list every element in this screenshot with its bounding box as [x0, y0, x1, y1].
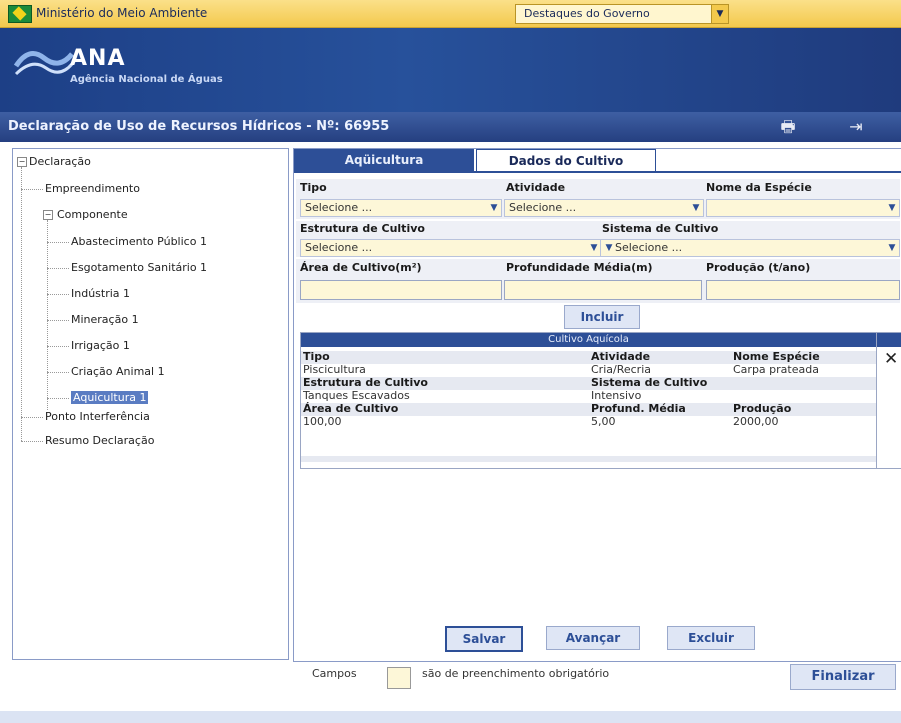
grid-value-especie: Carpa prateada [733, 363, 819, 376]
tree-item-irrigacao[interactable]: Irrigação 1 [71, 339, 130, 352]
header-banner: ANA Agência Nacional de Águas [0, 28, 901, 112]
tree-item-industria[interactable]: Indústria 1 [71, 287, 130, 300]
area-input[interactable] [300, 280, 502, 300]
chevron-down-icon[interactable]: ▼ [886, 241, 898, 255]
ana-wave-logo-icon [14, 51, 74, 76]
atividade-select[interactable]: Selecione ... ▼ [504, 199, 704, 217]
tree-item-criacao-animal[interactable]: Criação Animal 1 [71, 365, 165, 378]
salvar-button[interactable]: Salvar [445, 626, 523, 652]
grid-label-profund: Profund. Média [591, 402, 686, 415]
campos-label: Campos [312, 667, 357, 680]
tipo-select-value: Selecione ... [305, 201, 373, 214]
collapse-icon[interactable]: − [17, 157, 27, 167]
estrutura-select[interactable]: Selecione ... ▼ [300, 239, 602, 257]
tree-item-componente[interactable]: Componente [57, 208, 128, 221]
declaration-tree: − Declaração Empreendimento − Componente… [12, 148, 289, 660]
grid-label-sistema: Sistema de Cultivo [591, 376, 708, 389]
chevron-down-icon[interactable]: ▼ [488, 201, 500, 215]
grid-label-producao: Produção [733, 402, 792, 415]
tree-root-declaracao[interactable]: Declaração [29, 155, 91, 168]
finalizar-button[interactable]: Finalizar [790, 664, 896, 690]
form-panel: Aqüicultura Dados do Cultivo Tipo Ativid… [293, 148, 901, 662]
brand-name: ANA [70, 46, 126, 71]
chevron-down-icon[interactable]: ▼ [690, 201, 702, 215]
sistema-select[interactable]: Selecione ... ▼ ▼ [600, 239, 900, 257]
grid-label-tipo: Tipo [303, 350, 330, 363]
tipo-label: Tipo [300, 181, 327, 194]
sistema-select-value: Selecione ... [615, 241, 683, 254]
excluir-button[interactable]: Excluir [667, 626, 755, 650]
tab-underline [294, 171, 901, 173]
grid-value-area: 100,00 [303, 415, 342, 428]
delete-row-icon[interactable]: ✕ [884, 351, 898, 368]
tree-item-abastecimento[interactable]: Abastecimento Público 1 [71, 235, 207, 248]
atividade-select-value: Selecione ... [509, 201, 577, 214]
especie-label: Nome da Espécie [706, 181, 812, 194]
tree-item-aquicultura[interactable]: Aquicultura 1 [71, 391, 149, 404]
collapse-icon[interactable]: − [43, 210, 53, 220]
chevron-down-icon[interactable]: ▼ [886, 201, 898, 215]
cultivo-grid: Cultivo Aquícola ✕ Tipo Atividade Nome E… [300, 332, 901, 469]
estrutura-select-value: Selecione ... [305, 241, 373, 254]
grid-title: Cultivo Aquícola [301, 333, 876, 347]
government-bar: Ministério do Meio Ambiente Destaques do… [0, 0, 901, 28]
chevron-down-icon[interactable]: ▼ [711, 5, 728, 23]
exit-icon[interactable]: ⇥ [846, 118, 866, 136]
area-label: Área de Cultivo(m²) [300, 261, 422, 274]
grid-label-area: Área de Cultivo [303, 402, 399, 415]
tab-aquicultura[interactable]: Aqüicultura [294, 149, 474, 171]
grid-label-estrutura: Estrutura de Cultivo [303, 376, 428, 389]
avancar-button[interactable]: Avançar [546, 626, 640, 650]
tipo-select[interactable]: Selecione ... ▼ [300, 199, 502, 217]
government-highlights-dropdown[interactable]: Destaques do Governo ▼ [515, 4, 729, 24]
tab-dados-cultivo[interactable]: Dados do Cultivo [476, 149, 656, 172]
brand-subtitle: Agência Nacional de Águas [70, 74, 223, 85]
chevron-down-icon[interactable]: ▼ [603, 241, 615, 255]
grid-label-atividade: Atividade [591, 350, 651, 363]
grid-value-tipo: Piscicultura [303, 363, 366, 376]
grid-value-sistema: Intensivo [591, 389, 642, 402]
atividade-label: Atividade [506, 181, 566, 194]
page-title-bar: Declaração de Uso de Recursos Hídricos -… [0, 112, 901, 142]
especie-select[interactable]: ▼ [706, 199, 900, 217]
page-title: Declaração de Uso de Recursos Hídricos -… [8, 119, 390, 134]
dropdown-value: Destaques do Governo [524, 7, 650, 20]
grid-label-especie: Nome Espécie [733, 350, 820, 363]
bottom-bar [0, 711, 901, 723]
chevron-down-icon[interactable]: ▼ [588, 241, 600, 255]
profundidade-label: Profundidade Média(m) [506, 261, 653, 274]
tree-item-empreendimento[interactable]: Empreendimento [45, 182, 140, 195]
grid-footer [301, 456, 876, 462]
brazil-flag-icon [8, 5, 32, 23]
required-field-swatch [387, 667, 411, 689]
tree-item-resumo-declaracao[interactable]: Resumo Declaração [45, 434, 154, 447]
grid-value-profund: 5,00 [591, 415, 616, 428]
print-icon[interactable]: 🖶 [778, 118, 798, 136]
grid-value-atividade: Cria/Recria [591, 363, 651, 376]
grid-value-estrutura: Tanques Escavados [303, 389, 410, 402]
ministry-link[interactable]: Ministério do Meio Ambiente [36, 6, 207, 20]
estrutura-label: Estrutura de Cultivo [300, 222, 425, 235]
sistema-label: Sistema de Cultivo [602, 222, 719, 235]
required-note: são de preenchimento obrigatório [422, 667, 610, 680]
producao-input[interactable] [706, 280, 900, 300]
tree-item-esgotamento[interactable]: Esgotamento Sanitário 1 [71, 261, 207, 274]
tree-item-ponto-interferencia[interactable]: Ponto Interferência [45, 410, 150, 423]
tree-item-mineracao[interactable]: Mineração 1 [71, 313, 139, 326]
producao-label: Produção (t/ano) [706, 261, 811, 274]
incluir-button[interactable]: Incluir [564, 305, 640, 329]
grid-value-producao: 2000,00 [733, 415, 779, 428]
profundidade-input[interactable] [504, 280, 702, 300]
